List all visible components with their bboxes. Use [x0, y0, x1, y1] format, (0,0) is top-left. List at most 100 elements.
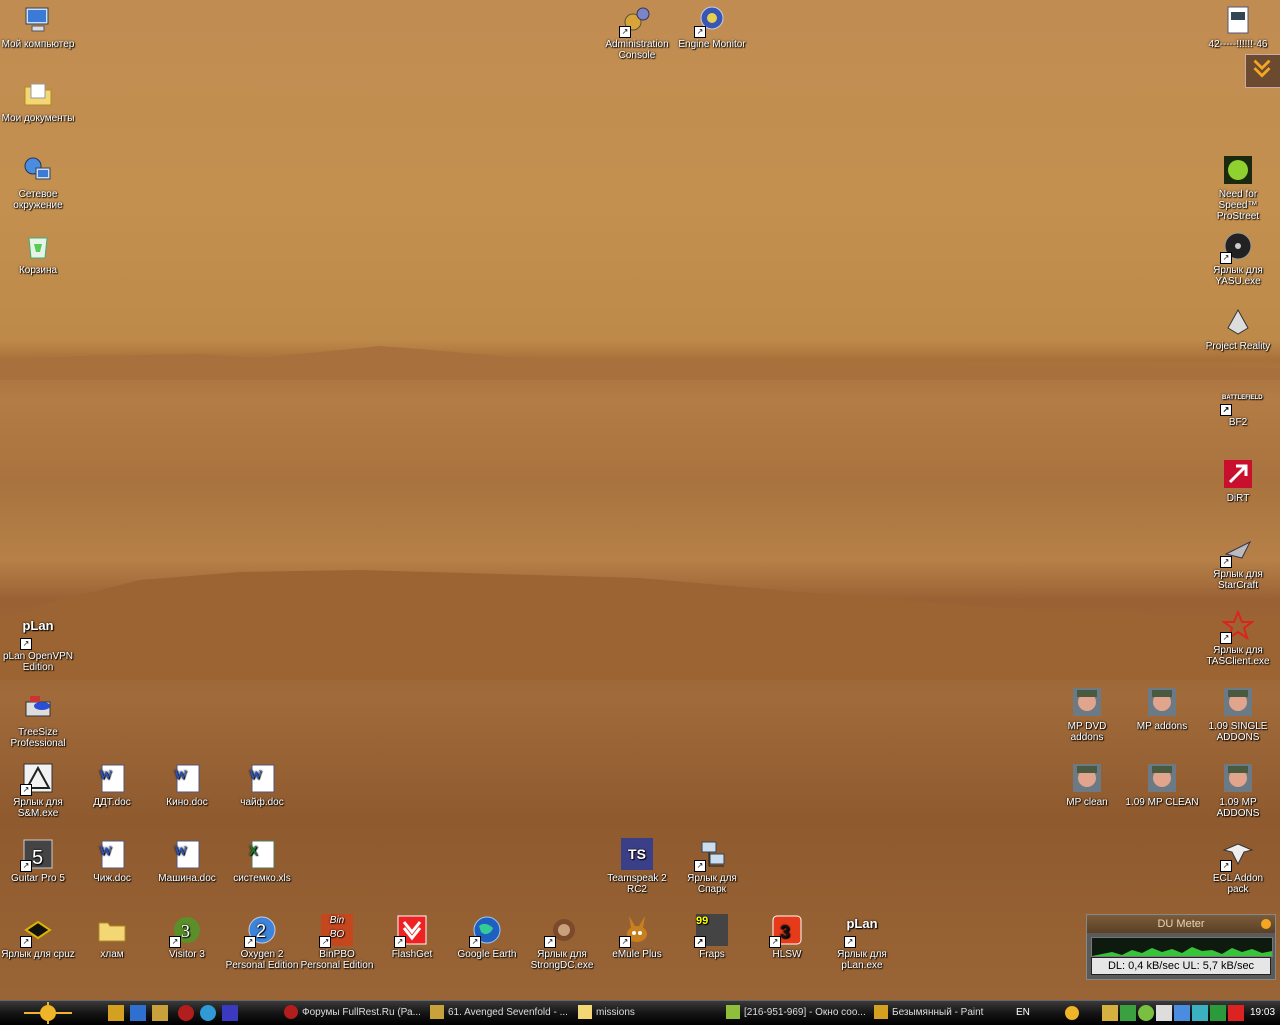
mp-clean-icon[interactable]: MP clean: [1049, 762, 1125, 808]
task-fullrest[interactable]: Форумы FullRest.Ru (Ра...: [284, 1003, 424, 1023]
kino-doc-icon[interactable]: W Кино.doc: [149, 762, 225, 808]
file-42-icon[interactable]: 42-----!!!!!!-46: [1200, 4, 1276, 50]
bf2-icon[interactable]: BATTLEFIELD ↗ BF2: [1200, 382, 1276, 428]
word-doc-icon: W: [246, 762, 278, 794]
tray-messenger-icon[interactable]: [1138, 1005, 1154, 1021]
chevron-down-icon[interactable]: [1245, 54, 1280, 88]
task-paint[interactable]: Безымянный - Paint: [874, 1003, 1004, 1023]
dirt-logo-icon: [1222, 458, 1254, 490]
tray-app-icon[interactable]: [1156, 1005, 1172, 1021]
hlam-folder-icon[interactable]: хлам: [74, 914, 150, 960]
icon-label: FlashGet: [391, 949, 433, 960]
icon-label: MP addons: [1136, 721, 1188, 732]
fraps-icon[interactable]: 99 ↗ Fraps: [674, 914, 750, 960]
start-button[interactable]: [20, 1002, 76, 1024]
dirt-icon[interactable]: DiRT: [1200, 458, 1276, 504]
hlsw-icon[interactable]: 3 ↗ HLSW: [749, 914, 825, 960]
ecl-addon-icon[interactable]: ↗ ECL Addon pack: [1200, 838, 1276, 895]
shortcut-arrow-icon: ↗: [20, 860, 32, 872]
ddt-doc-icon[interactable]: W ДДТ.doc: [74, 762, 150, 808]
icon-label: Ярлык для TASClient.exe: [1206, 645, 1270, 667]
mp-addons-icon[interactable]: MP addons: [1124, 686, 1200, 732]
oxygen-icon[interactable]: 2 ↗ Oxygen 2 Personal Edition: [224, 914, 300, 971]
my-computer-icon[interactable]: Мой компьютер: [0, 4, 76, 50]
task-avenged[interactable]: 61. Avenged Sevenfold - ...: [430, 1003, 570, 1023]
gears-icon: ↗: [619, 4, 653, 38]
single-addons-icon[interactable]: 1.09 SINGLE ADDONS: [1200, 686, 1276, 743]
sm-exe-icon[interactable]: ↗ Ярлык для S&M.exe: [0, 762, 76, 819]
soldier-face-icon: [1222, 762, 1254, 794]
tray-mail-icon[interactable]: [1102, 1005, 1118, 1021]
icon-label: MP DVD addons: [1067, 721, 1107, 743]
google-earth-icon[interactable]: ↗ Google Earth: [449, 914, 525, 960]
monitor-globe-icon: ↗: [694, 4, 728, 38]
project-reality-icon[interactable]: Project Reality: [1200, 306, 1276, 352]
icon-label: 42-----!!!!!!-46: [1208, 39, 1268, 50]
quicklaunch-opera-icon[interactable]: [178, 1005, 194, 1021]
tray-antivirus-icon[interactable]: [1228, 1005, 1244, 1021]
opera-icon: [284, 1005, 298, 1020]
engine-monitor-icon[interactable]: ↗ Engine Monitor: [674, 4, 750, 50]
sistemko-xls-icon[interactable]: X системко.xls: [224, 838, 300, 884]
distant-hills: [0, 346, 1280, 380]
cpuz-icon[interactable]: ↗ Ярлык для cpuz: [0, 914, 76, 960]
quicklaunch-app2-icon[interactable]: [222, 1005, 238, 1021]
starcraft-icon[interactable]: ↗ Ярлык для StarCraft: [1200, 534, 1276, 591]
icon-label: HLSW: [772, 949, 802, 960]
du-meter-widget[interactable]: DU Meter DL: 0,4 kB/sec UL: 5,7 kB/sec: [1086, 914, 1276, 980]
shortcut-arrow-icon: ↗: [469, 936, 481, 948]
my-documents-icon[interactable]: Мои документы: [0, 78, 76, 124]
mp-addons-109-icon[interactable]: 1.09 MP ADDONS: [1200, 762, 1276, 819]
du-meter-title-text: DU Meter: [1157, 918, 1205, 930]
emule-icon[interactable]: ↗ eMule Plus: [599, 914, 675, 960]
plan-openvpn-icon[interactable]: pLan ↗ pLan OpenVPN Edition: [0, 616, 76, 673]
tray-monitor-icon[interactable]: [1174, 1005, 1190, 1021]
folder-icon: [578, 1005, 592, 1020]
guitar-pro-icon[interactable]: 5 ↗ Guitar Pro 5: [0, 838, 76, 884]
binpbo-icon[interactable]: Bin BO ↗ BinPBO Personal Edition: [299, 914, 375, 971]
shortcut-arrow-icon: ↗: [769, 936, 781, 948]
svg-text:W: W: [174, 767, 187, 782]
chaif-doc-icon[interactable]: W чайф.doc: [224, 762, 300, 808]
visitor-icon[interactable]: 3 ↗ Visitor 3: [149, 914, 225, 960]
tray-network-icon[interactable]: [1120, 1005, 1136, 1021]
flashget-icon[interactable]: ↗ FlashGet: [374, 914, 450, 960]
clock[interactable]: 19:03: [1250, 1003, 1278, 1023]
recycle-bin-icon[interactable]: Корзина: [0, 230, 76, 276]
quicklaunch-app-icon[interactable]: [108, 1005, 124, 1021]
administration-console-icon[interactable]: ↗ Administration Console: [599, 4, 675, 61]
task-message-window[interactable]: [216-951-969] - Окно соо...: [726, 1003, 866, 1023]
du-meter-title[interactable]: DU Meter: [1087, 915, 1275, 933]
strongdc-icon[interactable]: ↗ Ярлык для StrongDC.exe: [524, 914, 600, 971]
network-places-icon[interactable]: Сетевое окружение: [0, 154, 76, 211]
language-indicator[interactable]: EN: [1016, 1003, 1038, 1023]
quicklaunch-browser-icon[interactable]: [130, 1005, 146, 1021]
spark-icon[interactable]: ↗ Ярлык для Спарк: [674, 838, 750, 895]
nfs-prostreet-icon[interactable]: Need for Speed™ ProStreet: [1200, 154, 1276, 222]
du-meter-menu-icon[interactable]: [1261, 919, 1271, 929]
svg-text:W: W: [174, 843, 187, 858]
lang-label: EN: [1016, 1007, 1030, 1018]
chizh-doc-icon[interactable]: W Чиж.doc: [74, 838, 150, 884]
plan-exe-icon[interactable]: pLan ↗ Ярлык для pLan.exe: [824, 914, 900, 971]
quicklaunch-ie-icon[interactable]: [200, 1005, 216, 1021]
task-label: 61. Avenged Sevenfold - ...: [448, 1007, 568, 1018]
tray-transfer-icon[interactable]: [1210, 1005, 1226, 1021]
tasclient-icon[interactable]: ↗ Ярлык для TASClient.exe: [1200, 610, 1276, 667]
shortcut-arrow-icon: ↗: [1220, 404, 1232, 416]
quicklaunch-tool-icon[interactable]: [152, 1005, 168, 1021]
icon-label: Teamspeak 2 RC2: [607, 873, 667, 895]
icon-label: Сетевое окружение: [13, 189, 63, 211]
pr-logo-icon: [1222, 306, 1254, 338]
mashina-doc-icon[interactable]: W Машина.doc: [149, 838, 225, 884]
mp-dvd-addons-icon[interactable]: MP DVD addons: [1049, 686, 1125, 743]
yasu-icon[interactable]: ↗ Ярлык для YASU.exe: [1200, 230, 1276, 287]
task-missions[interactable]: missions: [578, 1003, 718, 1023]
teamspeak-icon[interactable]: TS Teamspeak 2 RC2: [599, 838, 675, 895]
shortcut-arrow-icon: ↗: [619, 26, 631, 38]
tray-update-icon[interactable]: [1192, 1005, 1208, 1021]
mp-clean-109-icon[interactable]: 1.09 MP CLEAN: [1124, 762, 1200, 808]
treesize-icon[interactable]: TreeSize Professional: [0, 692, 76, 749]
hlsw-logo-icon: 3 ↗: [769, 914, 803, 948]
icon-label: Мой компьютер: [1, 39, 75, 50]
